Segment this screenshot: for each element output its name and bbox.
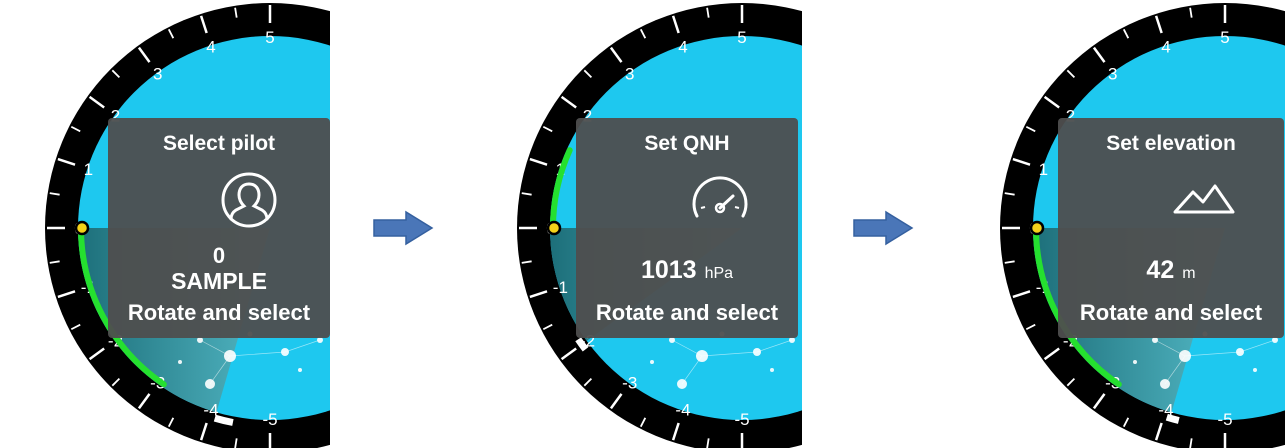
dialog-title: Set QNH — [644, 132, 730, 155]
scale-label: 1 — [84, 160, 93, 179]
scale-label: 5 — [265, 28, 274, 47]
elevation-value: 42 m — [1058, 256, 1284, 285]
average-marker — [1165, 413, 1180, 424]
scale-label: 5 — [737, 28, 746, 47]
rotate-hint: Rotate and select — [1079, 300, 1263, 325]
dialog-title: Select pilot — [162, 132, 276, 155]
screen-select-pilot: 543210-1-2-3-4-5 Select pilot 0 SAMPLE R… — [0, 0, 330, 448]
needle-indicator — [546, 220, 562, 236]
qnh-value: 1013 hPa — [576, 256, 798, 285]
screen-set-elevation: 543210-1-2-3-4-5 Set elevation 42m Rotat… — [955, 0, 1285, 448]
rotate-hint: Rotate and select — [127, 300, 311, 325]
qnh-unit: hPa — [704, 265, 734, 282]
dialog-set-elevation[interactable]: Set elevation 42 m Rotate and select — [1058, 118, 1284, 338]
scale-label: -5 — [1217, 410, 1232, 429]
scale-label: -5 — [734, 410, 749, 429]
arrow-right-icon — [853, 210, 914, 246]
rotate-hint: Rotate and select — [595, 300, 779, 325]
scale-label: 1 — [1039, 160, 1048, 179]
elevation-number: 42 — [1146, 256, 1175, 284]
arrow-right-icon — [373, 210, 434, 246]
needle-indicator — [1029, 220, 1045, 236]
needle-indicator — [74, 220, 90, 236]
pilot-number: 0 — [212, 243, 226, 268]
scale-label: 3 — [1108, 64, 1117, 83]
scale-label: 4 — [1161, 37, 1170, 56]
scale-label: -4 — [675, 401, 690, 420]
scale-label: -1 — [553, 278, 568, 297]
scale-label: 3 — [153, 64, 162, 83]
scale-label: 4 — [678, 37, 687, 56]
qnh-number: 1013 — [640, 256, 697, 284]
scale-label: -5 — [262, 410, 277, 429]
scale-label: 3 — [625, 64, 634, 83]
scale-label: 5 — [1220, 28, 1229, 47]
scale-label: 4 — [206, 37, 215, 56]
dialog-select-pilot[interactable]: Select pilot 0 SAMPLE Rotate and select — [108, 118, 330, 338]
dialog-set-qnh[interactable]: Set QNH 1013 hPa Rotate and select — [576, 118, 798, 338]
elevation-unit: m — [1182, 265, 1196, 282]
pilot-name: SAMPLE — [171, 268, 267, 294]
average-marker — [213, 414, 234, 426]
dialog-title: Set elevation — [1106, 132, 1236, 155]
screen-set-qnh: 543210-1-2-3-4-5 Set QNH 1013hPa Rotate … — [472, 0, 802, 448]
scale-label: -3 — [622, 374, 637, 393]
